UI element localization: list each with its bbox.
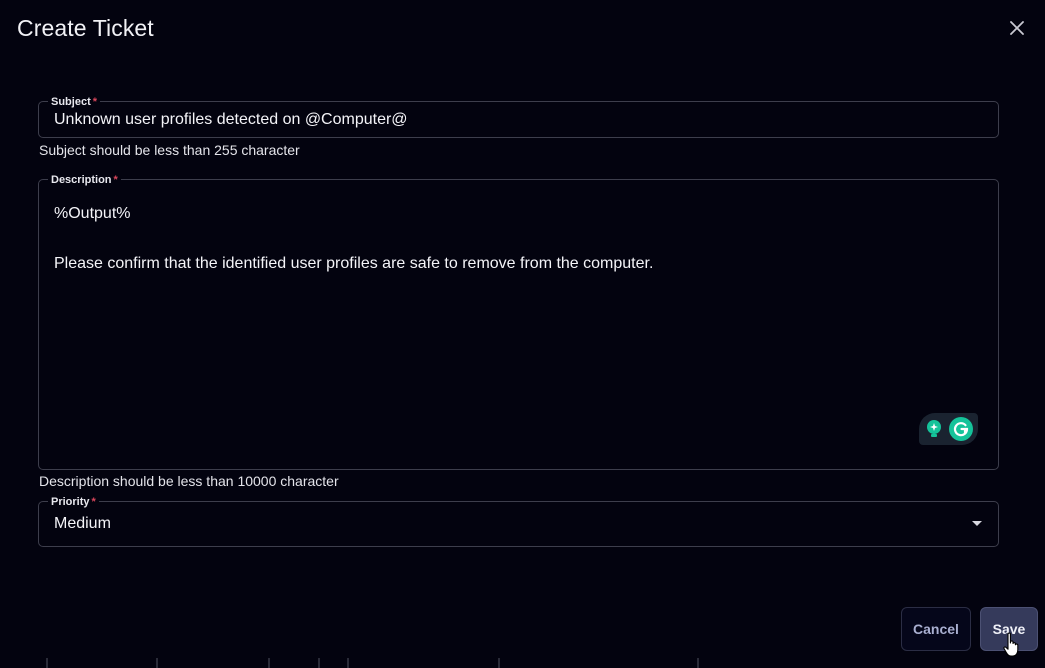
lightbulb-icon[interactable]	[924, 419, 944, 439]
description-helper-text: Description should be less than 10000 ch…	[39, 473, 339, 489]
divider-mark	[498, 658, 500, 668]
subject-helper-text: Subject should be less than 255 characte…	[39, 142, 300, 158]
close-button[interactable]	[1005, 16, 1029, 40]
dialog-title: Create Ticket	[17, 15, 154, 41]
cancel-button[interactable]: Cancel	[901, 607, 971, 651]
grammarly-icon[interactable]	[949, 417, 973, 441]
priority-value: Medium	[54, 515, 111, 532]
create-ticket-dialog: Create Ticket Subject * Unknown user prof…	[0, 0, 1045, 668]
divider-mark	[156, 658, 158, 668]
chevron-down-icon[interactable]	[972, 521, 982, 526]
close-icon	[1010, 21, 1024, 35]
description-label: Description *	[48, 174, 121, 186]
background-divider-marks	[0, 658, 1045, 668]
priority-label-text: Priority	[51, 496, 90, 508]
subject-label-text: Subject	[51, 96, 91, 108]
description-label-text: Description	[51, 174, 112, 186]
description-line: Please confirm that the identified user …	[54, 255, 654, 272]
description-line	[54, 226, 978, 251]
priority-label: Priority *	[48, 496, 99, 508]
divider-mark	[347, 658, 349, 668]
description-field[interactable]: Description * %Output% Please confirm tha…	[38, 174, 999, 470]
divider-mark	[318, 658, 320, 668]
required-mark: *	[92, 96, 98, 108]
subject-label: Subject *	[48, 96, 101, 108]
divider-mark	[46, 658, 48, 668]
grammarly-widget[interactable]	[919, 413, 978, 445]
subject-field[interactable]: Subject * Unknown user profiles detected …	[38, 96, 999, 138]
divider-mark	[268, 658, 270, 668]
description-line: %Output%	[54, 205, 131, 222]
required-mark: *	[91, 496, 96, 508]
hand-cursor-icon	[1003, 632, 1019, 657]
priority-select[interactable]: Priority * Medium	[38, 496, 999, 547]
subject-input[interactable]: Unknown user profiles detected on @Compu…	[54, 111, 408, 129]
description-textarea[interactable]: %Output% Please confirm that the identif…	[54, 201, 978, 276]
divider-mark	[697, 658, 699, 668]
required-mark: *	[113, 174, 118, 186]
